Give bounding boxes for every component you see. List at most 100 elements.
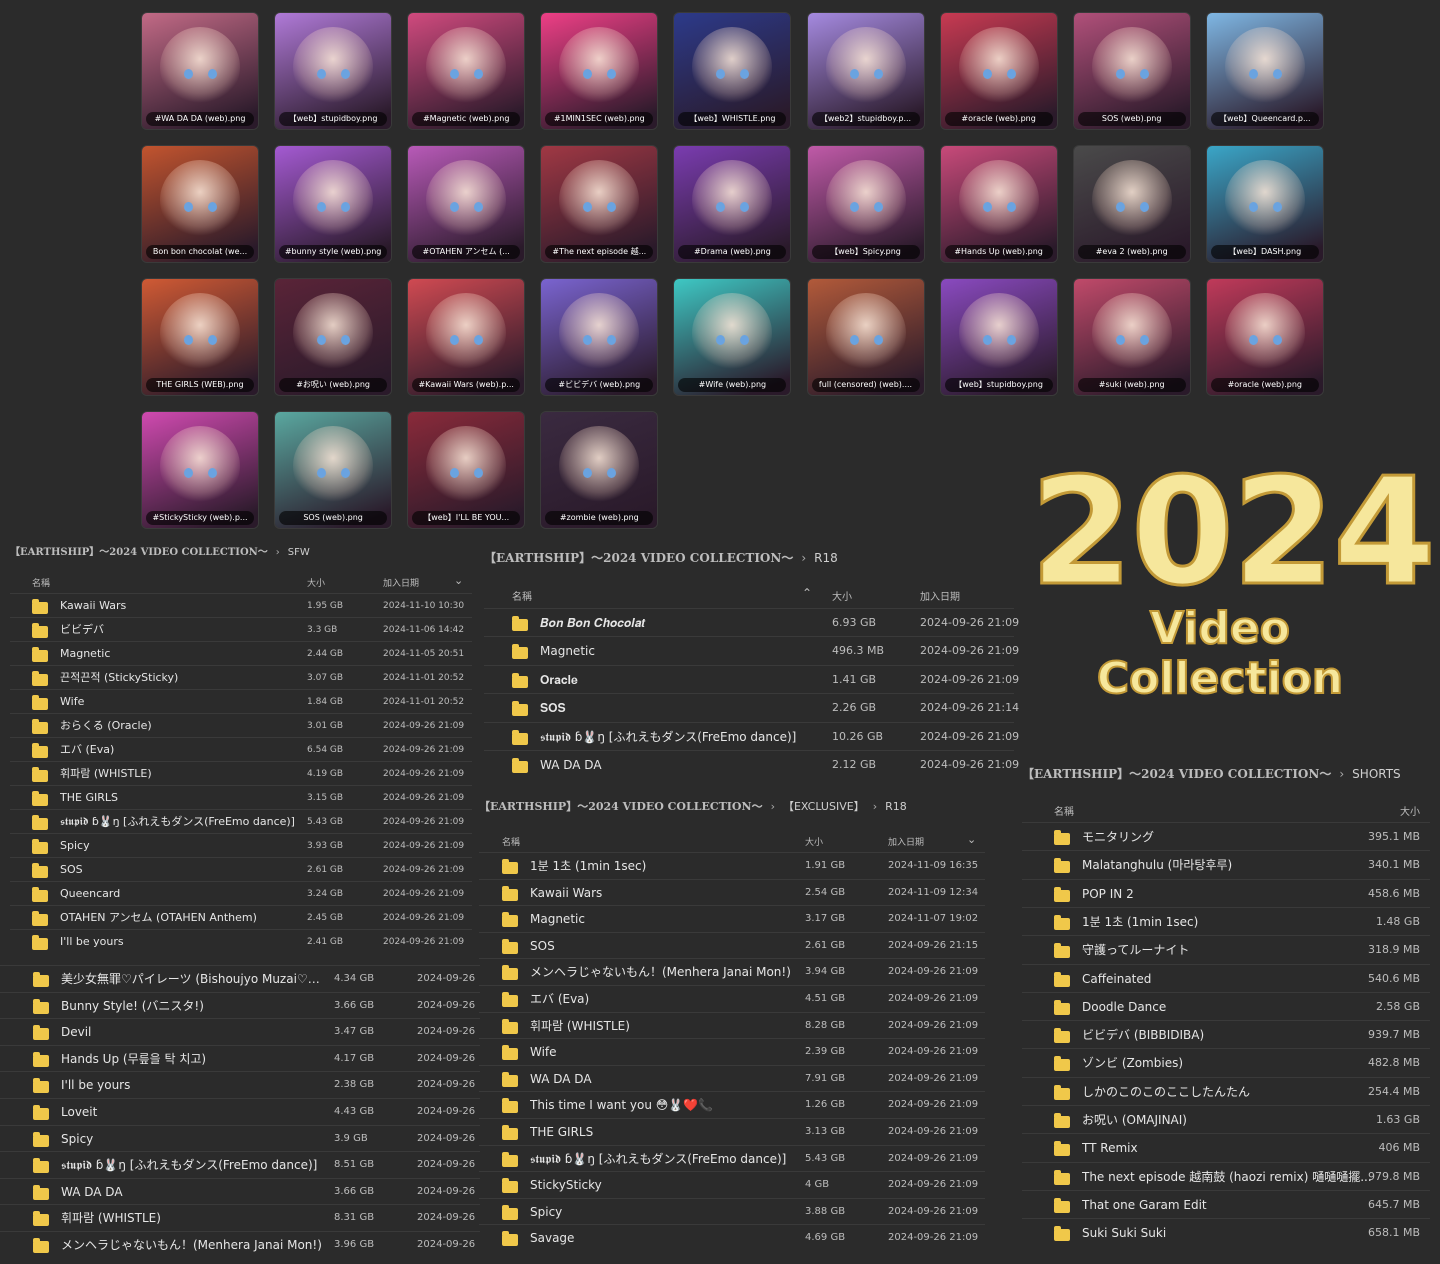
folder-row[interactable]: ゾンビ (Zombies) 482.8 MB <box>1022 1048 1430 1077</box>
column-header-size[interactable]: 大小 <box>832 588 852 603</box>
sort-descending-icon[interactable]: ⌄ <box>967 833 976 846</box>
folder-row[interactable]: メンヘラじゃないもん！(Menhera Janai Mon!) 3.96 GB 20… <box>0 1231 480 1259</box>
thumbnail-tile[interactable]: #Magnetic (web).png <box>408 13 525 129</box>
thumbnail-tile[interactable]: #eva 2 (web).png <box>1073 146 1190 262</box>
folder-row[interactable]: エバ (Eva) 6.54 GB 2024-09-26 21:09 <box>10 737 472 762</box>
thumbnail-tile[interactable]: #StickySticky (web).p... <box>142 412 258 528</box>
folder-row[interactable]: THE GIRLS 3.15 GB 2024-09-26 21:09 <box>10 785 472 810</box>
thumbnail-tile[interactable]: #WA DA DA (web).png <box>142 13 258 129</box>
folder-row[interactable]: 𝖘𝖙𝖚𝖕𝖎𝖉 ɓ🐰ŋ [ふれえもダンス(FreEmo dance)] 5.43 G… <box>10 809 472 834</box>
folder-row[interactable]: お呪い (OMAJINAI) 1.63 GB <box>1022 1105 1430 1134</box>
folder-row[interactable]: Spicy 3.9 GB 2024-09-26 <box>0 1124 480 1153</box>
column-header-size[interactable]: 大小 <box>1400 803 1420 818</box>
breadcrumb-root[interactable]: 【EARTHSHIP】～2024 VIDEO COLLECTION～ <box>10 547 268 558</box>
folder-row[interactable]: THE GIRLS 3.13 GB 2024-09-26 21:09 <box>479 1118 985 1146</box>
folder-row[interactable]: ビビデバ (BIBBIDIBA) 939.7 MB <box>1022 1020 1430 1049</box>
thumbnail-tile[interactable]: #The next episode 越... <box>541 146 658 262</box>
sort-descending-icon[interactable]: ⌄ <box>454 574 463 587</box>
column-header-name[interactable]: 名稱 <box>502 835 520 848</box>
folder-row[interactable]: Suki Suki Suki 658.1 MB <box>1022 1218 1430 1247</box>
folder-row[interactable]: しかのこのこのここしたんたん 254.4 MB <box>1022 1076 1430 1106</box>
folder-row[interactable]: WA DA DA 2.12 GB 2024-09-26 21:09 <box>484 750 1019 779</box>
folder-row[interactable]: Loveit 4.43 GB 2024-09-26 <box>0 1098 480 1126</box>
thumbnail-tile[interactable]: #suki (web).png <box>1073 279 1190 395</box>
folder-row[interactable]: 𝖘𝖙𝖚𝖕𝖎𝖉 ɓ🐰ŋ [ふれえもダンス(FreEmo dance)] 8.51 G… <box>0 1151 480 1179</box>
folder-row[interactable]: Spicy 3.93 GB 2024-09-26 21:09 <box>10 833 472 858</box>
column-header-name[interactable]: 名稱 <box>1054 803 1074 818</box>
folder-row[interactable]: WA DA DA 7.91 GB 2024-09-26 21:09 <box>479 1064 985 1093</box>
thumbnail-tile[interactable]: #Drama (web).png <box>674 146 791 262</box>
folder-row[interactable]: That one Garam Edit 645.7 MB <box>1022 1189 1430 1219</box>
thumbnail-tile[interactable]: #Hands Up (web).png <box>940 146 1057 262</box>
folder-row[interactable]: 끈적끈적 (StickySticky) 3.07 GB 2024-11-01 20:… <box>10 665 472 690</box>
thumbnail-tile[interactable]: #oracle (web).png <box>940 13 1057 129</box>
folder-row[interactable]: I'll be yours 2.38 GB 2024-09-26 <box>0 1071 480 1099</box>
folder-row[interactable]: Hands Up (무릎을 탁 치고) 4.17 GB 2024-09-26 <box>0 1044 480 1073</box>
folder-row[interactable]: WA DA DA 3.66 GB 2024-09-26 <box>0 1177 480 1206</box>
thumbnail-tile[interactable]: 【web】DASH.png <box>1206 146 1323 262</box>
folder-row[interactable]: Kawaii Wars 1.95 GB 2024-11-10 10:30 <box>10 593 472 618</box>
thumbnail-tile[interactable]: 【web】stupidboy.png <box>940 279 1057 395</box>
folder-row[interactable]: Devil 3.47 GB 2024-09-26 <box>0 1018 480 1046</box>
folder-row[interactable]: Wife 1.84 GB 2024-11-01 20:52 <box>10 689 472 714</box>
folder-row[interactable]: 𝐒𝐎𝐒 2.26 GB 2024-09-26 21:14 <box>484 693 1019 722</box>
folder-row[interactable]: 1분 1초 (1min 1sec) 1.48 GB <box>1022 906 1430 936</box>
folder-row[interactable]: Spicy 3.88 GB 2024-09-26 21:09 <box>479 1197 985 1226</box>
folder-row[interactable]: 守護ってルーナイト 318.9 MB <box>1022 935 1430 964</box>
breadcrumb-root[interactable]: 【EARTHSHIP】～2024 VIDEO COLLECTION～ <box>1022 767 1331 781</box>
folder-row[interactable]: エバ (Eva) 4.51 GB 2024-09-26 21:09 <box>479 985 985 1013</box>
column-header-date[interactable]: 加入日期 <box>383 576 419 589</box>
thumbnail-tile[interactable]: 【web】WHISTLE.png <box>674 13 791 129</box>
folder-row[interactable]: OTAHEN アンセム (OTAHEN Anthem) 2.45 GB 2024-0… <box>10 905 472 930</box>
thumbnail-tile[interactable]: #ビビデバ (web).png <box>541 279 658 395</box>
thumbnail-tile[interactable]: SOS (web).png <box>275 412 392 528</box>
column-header-size[interactable]: 大小 <box>805 835 823 848</box>
folder-row[interactable]: Queencard 3.24 GB 2024-09-26 21:09 <box>10 881 472 906</box>
column-header-name[interactable]: 名稱 <box>32 576 50 589</box>
folder-row[interactable]: 𝖘𝖙𝖚𝖕𝖎𝖉 ɓ🐰ŋ [ふれえもダンス(FreEmo dance)] 5.43 G… <box>479 1144 985 1173</box>
thumbnail-tile[interactable]: #OTAHEN アンセム (... <box>408 146 525 262</box>
folder-row[interactable]: モニタリング 395.1 MB <box>1022 822 1430 851</box>
folder-row[interactable]: The next episode 越南鼓 (haozi remix) 嗵嗵嗵擺.… <box>1022 1161 1430 1191</box>
folder-row[interactable]: Magnetic 496.3 MB 2024-09-26 21:09 <box>484 636 1019 665</box>
thumbnail-tile[interactable]: THE GIRLS (WEB).png <box>142 279 258 395</box>
thumbnail-tile[interactable]: #zombie (web).png <box>541 412 658 528</box>
folder-row[interactable]: Magnetic 2.44 GB 2024-11-05 20:51 <box>10 641 472 666</box>
folder-row[interactable]: StickySticky 4 GB 2024-09-26 21:09 <box>479 1171 985 1199</box>
folder-row[interactable]: Bunny Style! (バニスタ!) 3.66 GB 2024-09-26 <box>0 991 480 1020</box>
folder-row[interactable]: ビビデバ 3.3 GB 2024-11-06 14:42 <box>10 617 472 642</box>
folder-row[interactable]: 휘파람 (WHISTLE) 8.31 GB 2024-09-26 <box>0 1204 480 1232</box>
thumbnail-tile[interactable]: SOS (web).png <box>1073 13 1190 129</box>
folder-row[interactable]: 𝖘𝖙𝖚𝖕𝖎𝖉 ɓ🐰ŋ [ふれえもダンス(FreEmo dance)] 10.26 … <box>484 721 1019 751</box>
thumbnail-tile[interactable]: full (censored) (web).... <box>807 279 924 395</box>
thumbnail-tile[interactable]: #bunny style (web).png <box>275 146 392 262</box>
thumbnail-tile[interactable]: 【web】Queencard.p... <box>1206 13 1323 129</box>
folder-row[interactable]: Kawaii Wars 2.54 GB 2024-11-09 12:34 <box>479 878 985 907</box>
folder-row[interactable]: I'll be yours 2.41 GB 2024-09-26 21:09 <box>10 929 472 954</box>
breadcrumb-root[interactable]: 【EARTHSHIP】～2024 VIDEO COLLECTION～ <box>484 551 793 565</box>
folder-row[interactable]: 휘파람 (WHISTLE) 4.19 GB 2024-09-26 21:09 <box>10 761 472 786</box>
folder-row[interactable]: おらくる (Oracle) 3.01 GB 2024-09-26 21:09 <box>10 713 472 738</box>
folder-row[interactable]: 1분 1초 (1min 1sec) 1.91 GB 2024-11-09 16:35 <box>479 852 985 880</box>
thumbnail-tile[interactable]: 【web2】stupidboy.p... <box>807 13 924 129</box>
folder-row[interactable]: Caffeinated 540.6 MB <box>1022 963 1430 993</box>
folder-row[interactable]: Doodle Dance 2.58 GB <box>1022 991 1430 1021</box>
column-header-date[interactable]: 加入日期 <box>920 588 960 603</box>
folder-row[interactable]: Savage 4.69 GB 2024-09-26 21:09 <box>479 1224 985 1252</box>
folder-row[interactable]: Wife 2.39 GB 2024-09-26 21:09 <box>479 1038 985 1066</box>
folder-row[interactable]: 𝑩𝒐𝒏 𝑩𝒐𝒏 𝑪𝒉𝒐𝒄𝒐𝒍𝒂𝒕 6.93 GB 2024-09-26 21:09 <box>484 608 1019 637</box>
thumbnail-tile[interactable]: 【web】stupidboy.png <box>275 13 392 129</box>
folder-row[interactable]: This time I want you 😳🐰❤️📞 1.26 GB 2024-09… <box>479 1091 985 1119</box>
folder-row[interactable]: Magnetic 3.17 GB 2024-11-07 19:02 <box>479 905 985 933</box>
thumbnail-tile[interactable]: 【web】Spicy.png <box>807 146 924 262</box>
breadcrumb-mid[interactable]: 【EXCLUSIVE】 <box>783 800 865 813</box>
thumbnail-tile[interactable]: 【web】I'LL BE YOU... <box>408 412 525 528</box>
sort-ascending-icon[interactable]: ⌃ <box>802 586 812 600</box>
thumbnail-tile[interactable]: #1MIN1SEC (web).png <box>541 13 658 129</box>
thumbnail-tile[interactable]: #Wife (web).png <box>674 279 791 395</box>
thumbnail-tile[interactable]: #Kawaii Wars (web).p... <box>408 279 525 395</box>
column-header-size[interactable]: 大小 <box>307 576 325 589</box>
breadcrumb-root[interactable]: 【EARTHSHIP】～2024 VIDEO COLLECTION～ <box>479 800 763 813</box>
folder-row[interactable]: 𝐎𝐫𝐚𝐜𝐥𝐞 1.41 GB 2024-09-26 21:09 <box>484 664 1019 694</box>
column-header-date[interactable]: 加入日期 <box>888 835 924 848</box>
